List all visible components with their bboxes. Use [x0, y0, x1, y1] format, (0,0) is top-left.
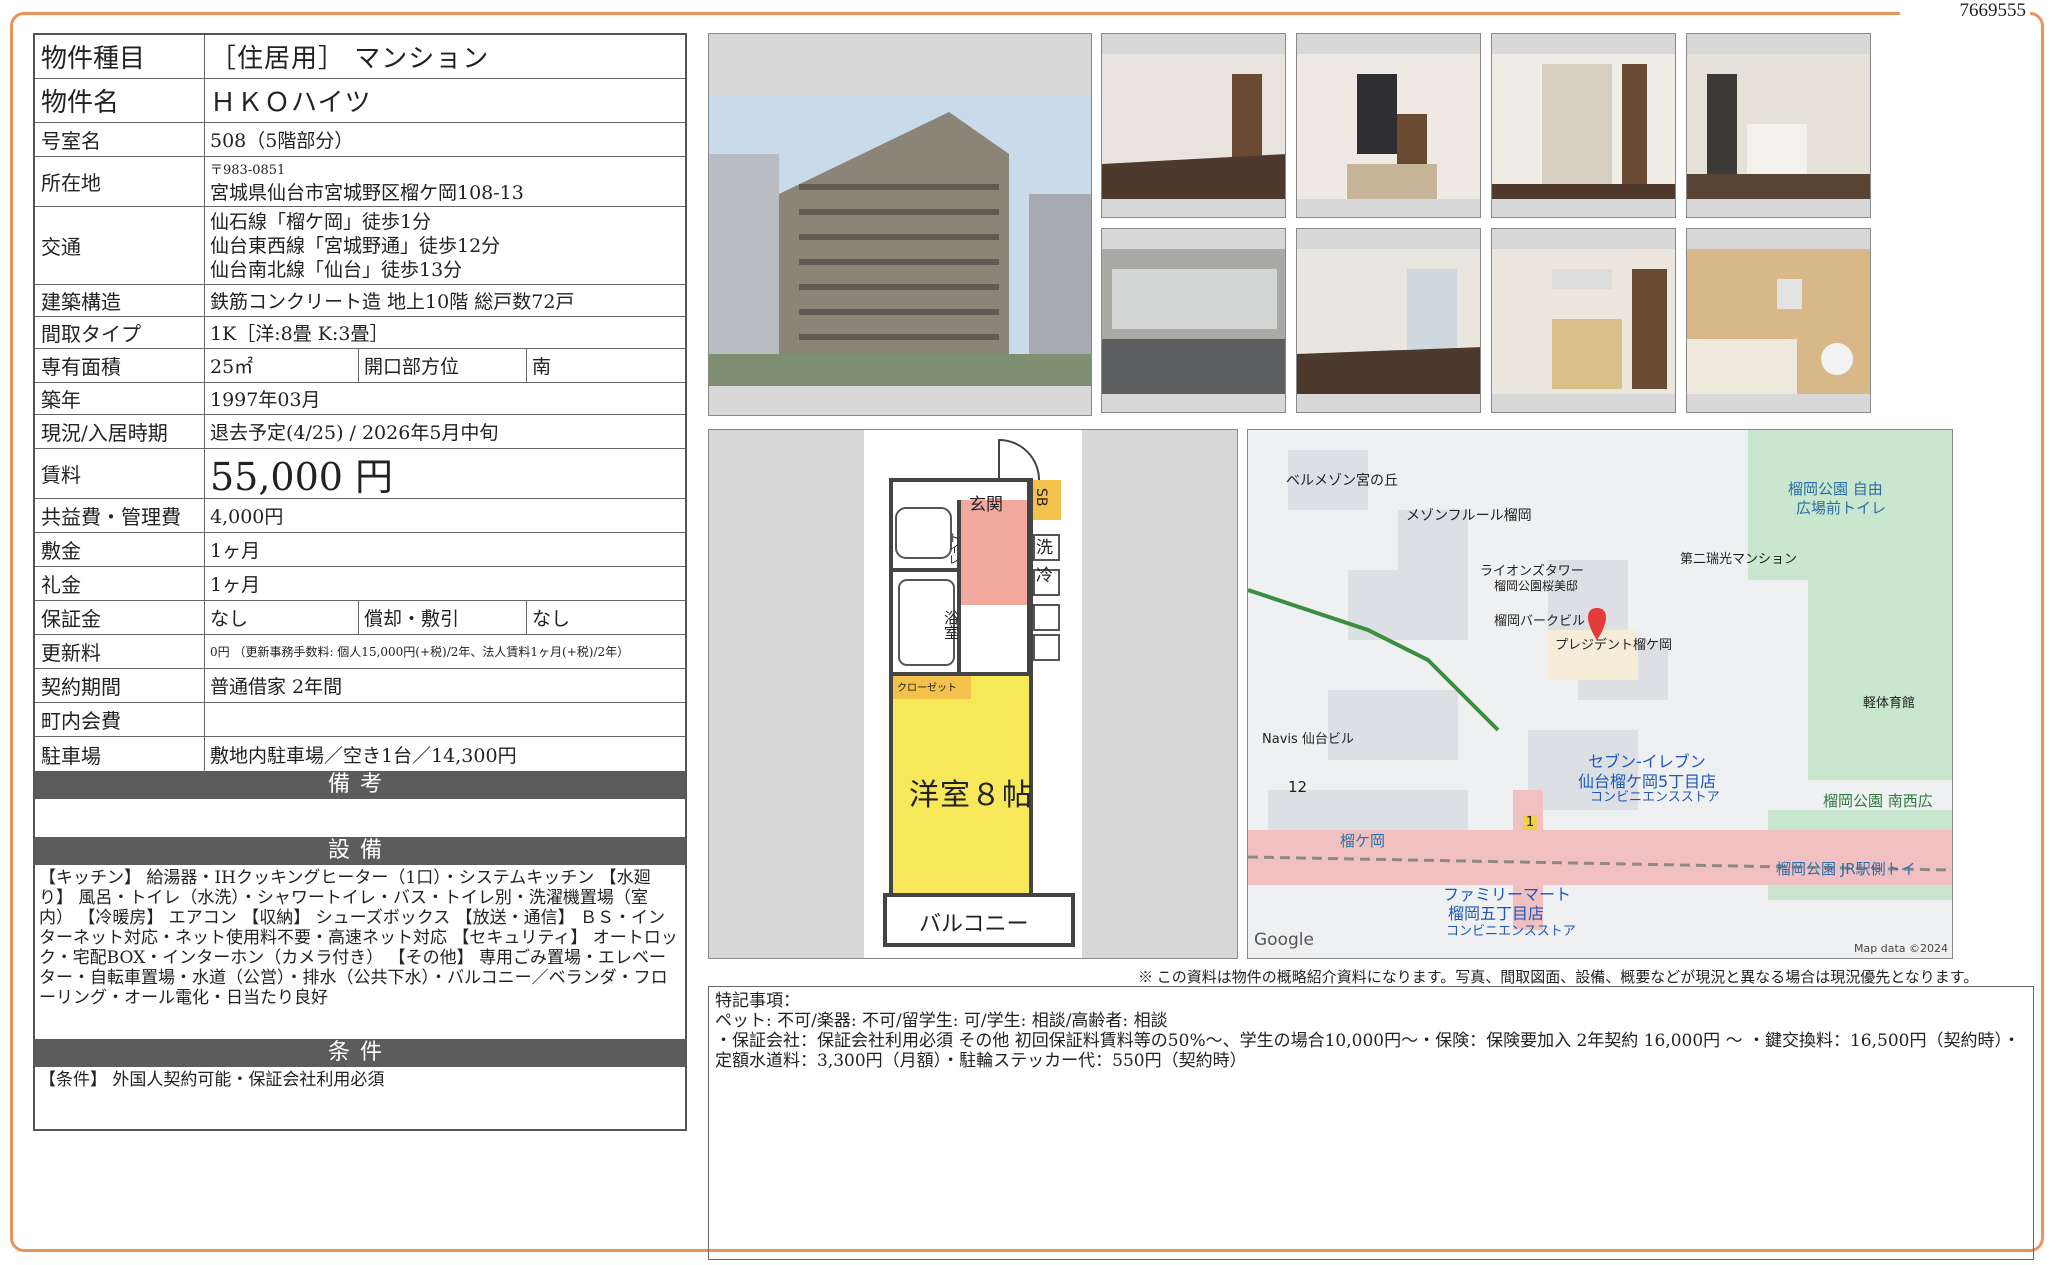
- amortization-value: なし: [532, 608, 571, 630]
- area-label: 専有面積: [35, 349, 205, 382]
- map-label: プレジデント榴ケ岡: [1555, 638, 1673, 653]
- contract-label: 契約期間: [35, 669, 205, 702]
- bathroom-photo: [1686, 228, 1871, 413]
- address-value: 宮城県仙台市宮城野区榴ケ岡108-13: [210, 181, 524, 204]
- map-label: 広場前トイレ: [1796, 499, 1887, 517]
- conditions-text: 【条件】 外国人契約可能・保証会社利用必須: [39, 1070, 385, 1090]
- map-label: 榴岡バークビル: [1494, 614, 1586, 629]
- interior-photo-window: [1296, 228, 1481, 413]
- renewal-value: 0円 （更新事務手数料: 個人15,000円(+税)/2年、法人賃料1ヶ月(+税…: [210, 645, 630, 659]
- parking-value: 敷地内駐車場／空き1台／14,300円: [210, 744, 517, 767]
- guarantee-label: 保証金: [35, 601, 205, 634]
- disclaimer-note: ※ この資料は物件の概略紹介資料になります。写真、間取図面、設備、概要などが現況…: [1138, 970, 1979, 986]
- map-label: 榴岡公園桜美邸: [1494, 579, 1579, 593]
- direction-label: 開口部方位: [359, 349, 527, 382]
- map-label: 12: [1288, 778, 1308, 796]
- town-fee-value: [205, 703, 685, 736]
- remarks-text: [35, 799, 685, 837]
- transit-line: 仙石線「榴ケ岡」徒歩1分: [210, 210, 432, 233]
- transit-line: 仙台東西線「宮城野通」徒歩12分: [210, 234, 501, 257]
- sb-label: SB: [1033, 488, 1049, 507]
- map-label: コンビニエンスストア: [1590, 790, 1720, 805]
- equipment-text: 【キッチン】 給湯器・IHクッキングヒーター（1口）・システムキッチン 【水廻り…: [39, 868, 678, 1008]
- built-value: 1997年03月: [210, 389, 321, 411]
- document-id: 7669555: [1959, 0, 2027, 21]
- rent-value: 55,000 円: [210, 455, 394, 499]
- room-value: 508（5階部分）: [210, 130, 354, 152]
- interior-photo-washroom: [1686, 33, 1871, 218]
- fee-value: 4,000円: [210, 506, 284, 528]
- interior-photo-entrance: [1296, 33, 1481, 218]
- special-notes-box: 特記事項： ペット: 不可/楽器: 不可/留学生: 可/学生: 相談/高齢者: …: [708, 986, 2034, 1260]
- property-spec-table: 物件種目 ［住居用］ マンション 物件名 ＨＫＯハイツ 号室名 508（5階部分） 所…: [33, 33, 687, 1131]
- map-label: 第二瑞光マンション: [1680, 552, 1798, 567]
- layout-label: 間取タイプ: [35, 317, 205, 348]
- room-label: 洋室８帖: [909, 778, 1033, 813]
- transit-line: 仙台南北線「仙台」徒歩13分: [210, 258, 463, 281]
- wash-label: 洗: [1036, 538, 1053, 558]
- map-label: Navis 仙台ビル: [1262, 732, 1354, 747]
- rent-label: 賃料: [35, 449, 205, 498]
- area-value: 25㎡: [205, 349, 359, 382]
- guarantee-value: なし: [205, 601, 359, 634]
- map-label: 榴岡公園 南西広: [1823, 792, 1933, 810]
- entrance-label: 玄関: [969, 495, 1003, 515]
- name-value: ＨＫＯハイツ: [210, 88, 372, 118]
- map-attribution: Map data ©2024: [1854, 942, 1948, 955]
- special-notes-title: 特記事項：: [715, 991, 800, 1011]
- status-value: 退去予定(4/25) / 2026年5月中旬: [210, 422, 499, 444]
- equipment-header: 設備: [35, 837, 685, 865]
- structure-value: 鉄筋コンクリート造 地上10階 総戸数72戸: [210, 291, 575, 313]
- built-label: 築年: [35, 383, 205, 414]
- fee-label: 共益費・管理費: [35, 499, 205, 532]
- keymoney-label: 礼金: [35, 567, 205, 600]
- map-label: メゾンフルール榴岡: [1406, 508, 1532, 524]
- room-label: 号室名: [35, 123, 205, 156]
- map-label: コンビニエンスストア: [1446, 924, 1576, 939]
- balcony-photo: [1101, 228, 1286, 413]
- remarks-header: 備考: [35, 771, 685, 799]
- toilet-label: トイレ: [947, 532, 960, 565]
- map-label: 榴岡公園 自由: [1788, 480, 1883, 498]
- special-notes-line: ペット: 不可/楽器: 不可/留学生: 可/学生: 相談/高齢者: 相談: [715, 1011, 1168, 1031]
- interior-photo-room: [1101, 33, 1286, 218]
- map-label: 榴ケ岡: [1340, 832, 1386, 850]
- name-label: 物件名: [35, 79, 205, 122]
- deposit-label: 敷金: [35, 533, 205, 566]
- kitchen-photo: [1491, 228, 1676, 413]
- layout-value: 1K［洋:8畳 K:3畳］: [210, 323, 389, 345]
- closet-label: クローゼット: [897, 683, 957, 694]
- balcony-label: バルコニー: [919, 912, 1029, 937]
- conditions-header: 条件: [35, 1039, 685, 1067]
- map-label: 軽体育館: [1863, 696, 1916, 711]
- keymoney-value: 1ヶ月: [210, 574, 261, 596]
- renewal-label: 更新料: [35, 635, 205, 668]
- address-zip: 〒983-0851: [210, 162, 286, 178]
- interior-photo-closet: [1491, 33, 1676, 218]
- contract-value: 普通借家 2年間: [210, 676, 343, 698]
- parking-label: 駐車場: [35, 737, 205, 771]
- special-notes-line: ・保証会社：保証会社利用必須 その他 初回保証料賃料等の50%～、学生の場合10…: [715, 1031, 2020, 1071]
- structure-label: 建築構造: [35, 285, 205, 316]
- type-label: 物件種目: [35, 35, 205, 78]
- location-map[interactable]: ベルメゾン宮の丘 メゾンフルール榴岡 ライオンズタワー 榴岡公園桜美邸 第二瑞光…: [1247, 429, 1953, 959]
- building-photo: [708, 33, 1092, 416]
- status-label: 現況/入居時期: [35, 415, 205, 448]
- address-label: 所在地: [35, 157, 205, 206]
- map-label: 1: [1523, 815, 1538, 830]
- direction-value: 南: [532, 356, 552, 378]
- transit-label: 交通: [35, 207, 205, 284]
- map-label: 榴岡公園 JR駅側トイ: [1776, 860, 1916, 878]
- map-label: ベルメゾン宮の丘: [1286, 473, 1398, 489]
- google-logo: Google: [1254, 930, 1314, 950]
- fridge-label: 冷: [1036, 566, 1053, 586]
- floor-plan: 玄関 SB 洗 冷 トイレ 浴室 クローゼット 洋室８帖 バルコニー: [708, 429, 1238, 959]
- amortization-label: 償却・敷引: [359, 601, 527, 634]
- bath-label: 浴室: [942, 610, 960, 640]
- town-fee-label: 町内会費: [35, 703, 205, 736]
- type-value: ［住居用］ マンション: [210, 44, 490, 74]
- deposit-value: 1ヶ月: [210, 540, 261, 562]
